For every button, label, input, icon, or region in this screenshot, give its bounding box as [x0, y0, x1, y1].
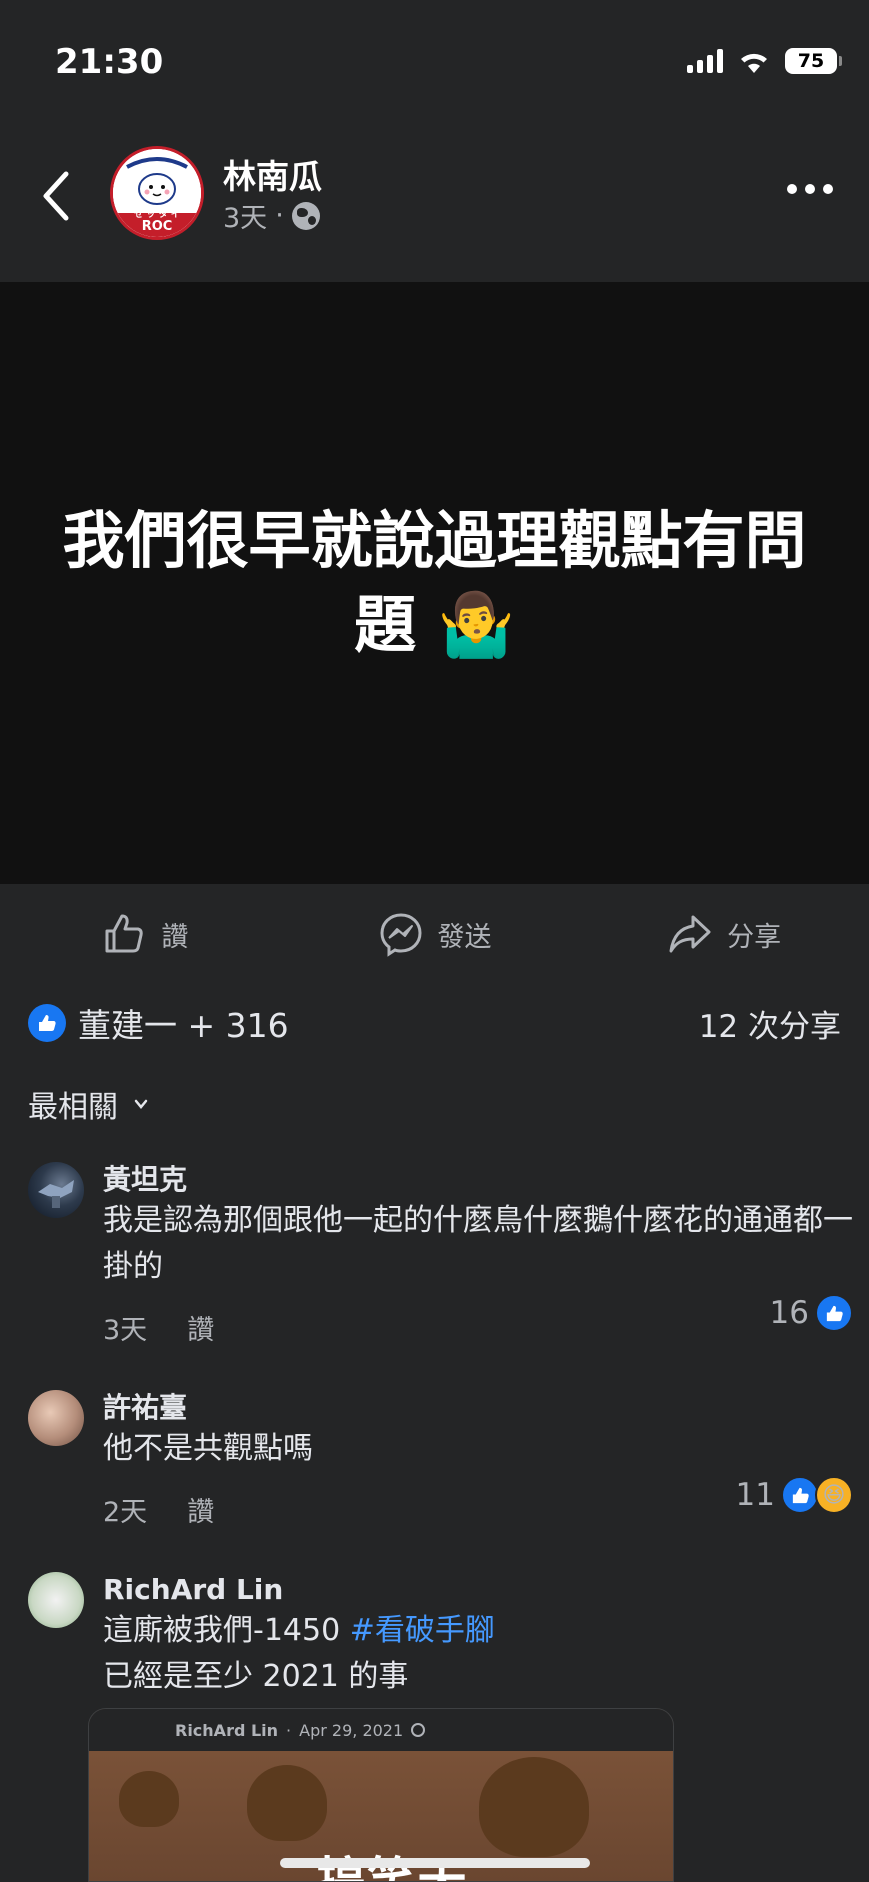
- author-avatar[interactable]: ぜ ッ タ イ ROC: [110, 146, 204, 240]
- hashtag-link[interactable]: #看破手腳: [350, 1613, 495, 1648]
- poop-emoji-graphic: [247, 1765, 327, 1841]
- wifi-icon: [741, 53, 767, 73]
- comment-text-line2: 已經是至少 2021 的事: [103, 1659, 409, 1694]
- like-reaction-icon: [815, 1294, 853, 1332]
- reactions-summary: 董建一 + 316 12 次分享: [28, 998, 841, 1048]
- post-time[interactable]: 3天: [223, 196, 267, 235]
- share-button[interactable]: 分享: [579, 911, 869, 957]
- preview-author: RichArd Lin: [175, 1720, 279, 1740]
- reaction-count: 11: [735, 1477, 775, 1513]
- send-label: 發送: [437, 921, 492, 953]
- like-label: 讚: [161, 921, 189, 953]
- status-time: 21:30: [55, 42, 164, 82]
- comment-item: 黃坦克 我是認為那個跟他一起的什麼鳥什麼鵝什麼花的通通都一掛的 3天 讚 16: [28, 1162, 853, 1352]
- reaction-count: 16: [769, 1295, 809, 1331]
- post-meta: 3天 ·: [223, 196, 320, 235]
- avatar-robot-illustration: [38, 1180, 74, 1208]
- comment-time[interactable]: 2天: [103, 1490, 147, 1529]
- messenger-icon: [379, 913, 422, 957]
- meta-separator: ·: [275, 200, 284, 231]
- status-icons: 75: [687, 48, 842, 74]
- send-button[interactable]: 發送: [290, 911, 580, 957]
- cellular-signal-icon: [687, 49, 723, 73]
- post-image-text: 我們很早就說過理觀點有問題 🤷‍♂️: [62, 504, 807, 661]
- comment-sort-dropdown[interactable]: 最相關: [28, 1082, 150, 1126]
- comment-text-prefix: 這廝被我們-1450: [103, 1613, 350, 1648]
- author-name[interactable]: 林南瓜: [223, 150, 322, 198]
- like-reaction-icon: [28, 1004, 66, 1042]
- battery-icon: 75: [785, 48, 842, 74]
- like-reaction-icon: [781, 1476, 819, 1514]
- commenter-avatar[interactable]: [28, 1162, 84, 1218]
- comment-text: 他不是共觀點嗎: [103, 1431, 313, 1466]
- action-bar: 讚 發送 分享: [0, 884, 869, 984]
- preview-date: Apr 29, 2021: [299, 1720, 404, 1740]
- commenter-name[interactable]: 許祐臺: [103, 1390, 853, 1426]
- home-indicator[interactable]: [280, 1858, 590, 1868]
- comment-reactions[interactable]: 11 😆: [736, 1476, 853, 1514]
- commenter-name[interactable]: RichArd Lin: [103, 1572, 853, 1608]
- comment-body: RichArd Lin 這廝被我們-1450 #看破手腳 已經是至少 2021 …: [103, 1572, 853, 1700]
- comment-meta: 3天 讚: [103, 1308, 853, 1347]
- comment-item: 許祐臺 他不是共觀點嗎 2天 讚 11 😆: [28, 1390, 853, 1530]
- public-globe-icon: [291, 201, 320, 230]
- status-bar: 21:30 75: [0, 0, 869, 120]
- post-header: ぜ ッ タ イ ROC 林南瓜 3天 ·: [0, 120, 869, 280]
- share-count[interactable]: 12 次分享: [699, 1001, 841, 1046]
- shared-post-preview[interactable]: RichArd Lin · Apr 29, 2021 搞笑天: [88, 1708, 674, 1882]
- more-options-icon[interactable]: [787, 184, 833, 194]
- comment-item: RichArd Lin 這廝被我們-1450 #看破手腳 已經是至少 2021 …: [28, 1572, 853, 1712]
- commenter-avatar[interactable]: [28, 1572, 84, 1628]
- share-arrow-icon: [669, 915, 711, 953]
- comment-like-button[interactable]: 讚: [187, 1490, 214, 1529]
- comment-time[interactable]: 3天: [103, 1308, 147, 1347]
- comment-body: 黃坦克 我是認為那個跟他一起的什麼鳥什麼鵝什麼花的通通都一掛的 3天 讚: [103, 1162, 853, 1347]
- like-button[interactable]: 讚: [0, 911, 290, 957]
- commenter-avatar[interactable]: [28, 1390, 84, 1446]
- battery-level: 75: [797, 50, 825, 72]
- commenter-name[interactable]: 黃坦克: [103, 1162, 853, 1198]
- preview-separator: ·: [286, 1720, 292, 1740]
- comment-text: 我是認為那個跟他一起的什麼鳥什麼鵝什麼花的通通都一掛的: [103, 1203, 853, 1284]
- poop-emoji-graphic: [479, 1757, 589, 1857]
- poop-emoji-graphic: [119, 1771, 179, 1827]
- share-label: 分享: [727, 921, 782, 953]
- comment-text: 這廝被我們-1450 #看破手腳: [103, 1608, 853, 1654]
- avatar-text-bottom: ROC: [141, 219, 173, 234]
- chevron-down-icon: [134, 1099, 148, 1109]
- reactors[interactable]: 董建一 + 316: [28, 999, 289, 1047]
- sort-label: 最相關: [28, 1090, 118, 1125]
- comment-reactions[interactable]: 16: [770, 1294, 853, 1332]
- preview-header: RichArd Lin · Apr 29, 2021: [89, 1709, 673, 1751]
- reactors-text: 董建一 + 316: [78, 1006, 289, 1045]
- haha-reaction-icon: 😆: [815, 1476, 853, 1514]
- thumbs-up-icon: [105, 914, 144, 953]
- preview-privacy-icon: [411, 1723, 426, 1737]
- post-image[interactable]: 我們很早就說過理觀點有問題 🤷‍♂️: [0, 282, 869, 884]
- comment-like-button[interactable]: 讚: [187, 1308, 214, 1347]
- back-arrow-icon[interactable]: [38, 168, 74, 224]
